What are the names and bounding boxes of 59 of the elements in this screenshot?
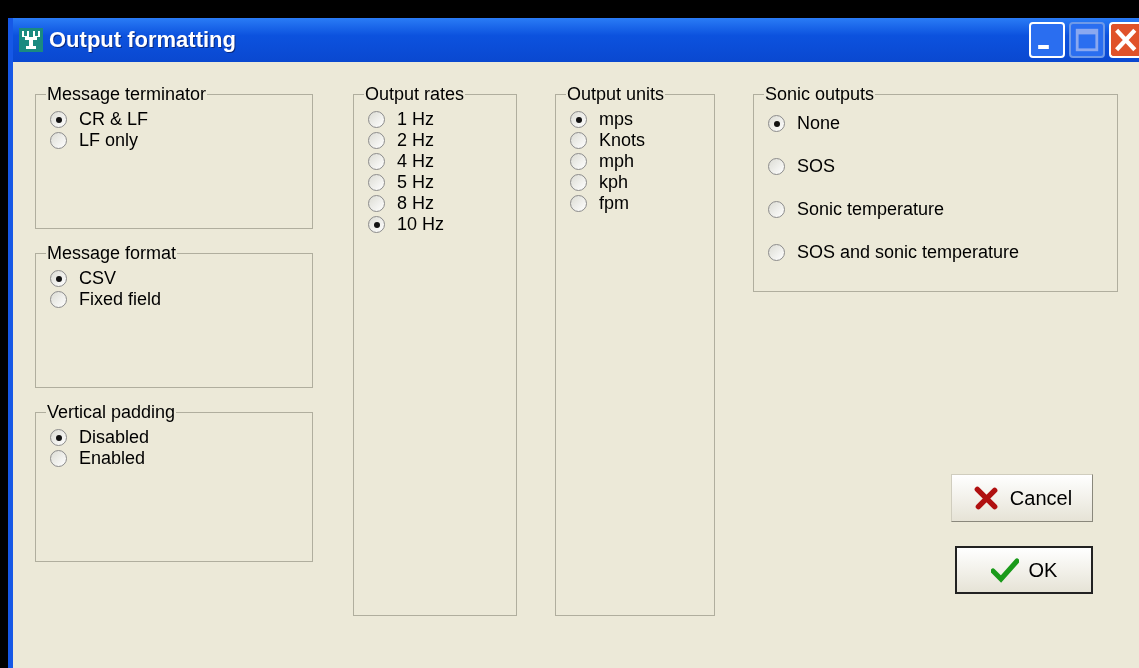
radio-button[interactable] [570, 111, 587, 128]
minimize-icon [1037, 45, 1049, 49]
group-title: Output units [566, 84, 666, 105]
radio-button[interactable] [768, 115, 785, 132]
radio-option[interactable]: 5 Hz [368, 172, 506, 193]
radio-option[interactable]: Sonic temperature [768, 199, 1107, 220]
radio-option[interactable]: mph [570, 151, 704, 172]
checkmark-icon [990, 557, 1019, 583]
radio-button[interactable] [368, 111, 385, 128]
maximize-button[interactable] [1069, 22, 1105, 58]
radio-button[interactable] [368, 132, 385, 149]
ok-button[interactable]: OK [955, 546, 1093, 594]
radio-option[interactable]: 4 Hz [368, 151, 506, 172]
radio-button[interactable] [368, 195, 385, 212]
radio-option[interactable]: Disabled [50, 427, 302, 448]
radio-button[interactable] [50, 270, 67, 287]
radio-option[interactable]: kph [570, 172, 704, 193]
group-title: Message terminator [46, 84, 208, 105]
cancel-button[interactable]: Cancel [951, 474, 1093, 522]
group-title: Vertical padding [46, 402, 177, 423]
radio-option[interactable]: CR & LF [50, 109, 302, 130]
radio-button[interactable] [50, 429, 67, 446]
radio-button[interactable] [768, 201, 785, 218]
radio-button[interactable] [570, 174, 587, 191]
radio-button[interactable] [368, 174, 385, 191]
radio-button[interactable] [570, 153, 587, 170]
maximize-icon [1073, 26, 1101, 54]
radio-option[interactable]: 2 Hz [368, 130, 506, 151]
radio-button[interactable] [570, 195, 587, 212]
group-title: Message format [46, 243, 178, 264]
group-title: Sonic outputs [764, 84, 876, 105]
radio-button[interactable] [368, 216, 385, 233]
radio-option[interactable]: CSV [50, 268, 302, 289]
group-title: Output rates [364, 84, 466, 105]
radio-option[interactable]: SOS and sonic temperature [768, 242, 1107, 263]
radio-button[interactable] [50, 450, 67, 467]
radio-button[interactable] [50, 291, 67, 308]
radio-option[interactable]: Knots [570, 130, 704, 151]
radio-option[interactable]: LF only [50, 130, 302, 151]
cross-icon [971, 485, 1000, 511]
window-title: Output formatting [49, 27, 237, 53]
radio-button[interactable] [570, 132, 587, 149]
radio-option[interactable]: 1 Hz [368, 109, 506, 130]
radio-button[interactable] [368, 153, 385, 170]
radio-button[interactable] [768, 244, 785, 261]
radio-option[interactable]: SOS [768, 156, 1107, 177]
radio-option[interactable]: Enabled [50, 448, 302, 469]
radio-option[interactable]: Fixed field [50, 289, 302, 310]
radio-option[interactable]: 10 Hz [368, 214, 506, 235]
close-button[interactable] [1109, 22, 1139, 58]
minimize-button[interactable] [1029, 22, 1065, 58]
radio-option[interactable]: None [768, 113, 1107, 134]
app-icon [19, 28, 43, 52]
radio-option[interactable]: fpm [570, 193, 704, 214]
radio-button[interactable] [768, 158, 785, 175]
radio-button[interactable] [50, 111, 67, 128]
radio-option[interactable]: 8 Hz [368, 193, 506, 214]
radio-option[interactable]: mps [570, 109, 704, 130]
radio-button[interactable] [50, 132, 67, 149]
